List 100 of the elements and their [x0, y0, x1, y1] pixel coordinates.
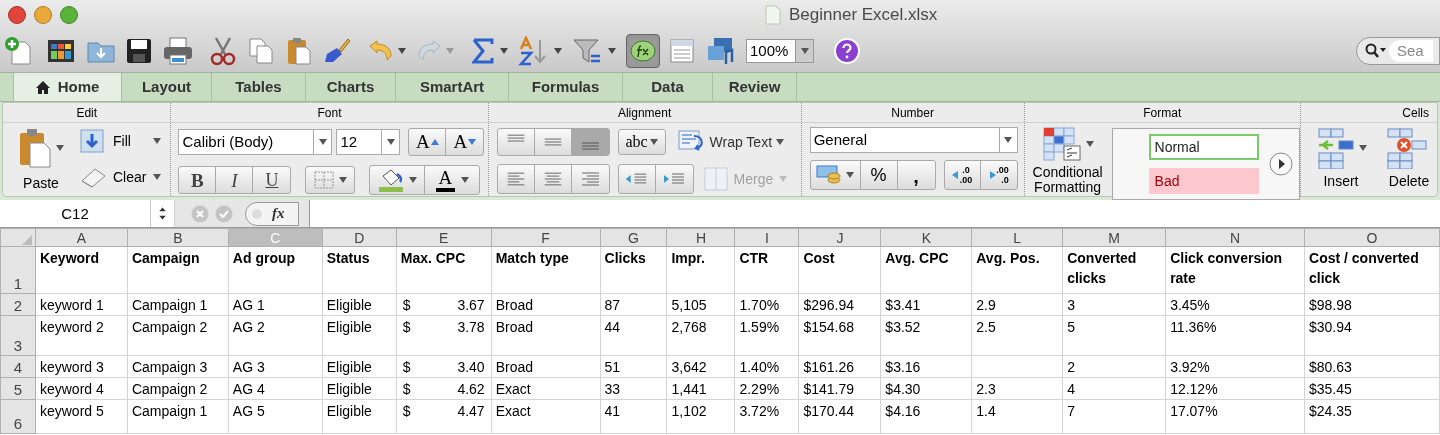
caret-icon[interactable]: [554, 48, 562, 54]
table-cell: 33: [600, 377, 667, 400]
ribbon-tab[interactable]: Tables: [212, 73, 306, 101]
cancel-icon[interactable]: [191, 204, 209, 223]
minimize-button[interactable]: [34, 6, 52, 24]
font-size-dropdown[interactable]: 12: [336, 129, 401, 155]
delete-button[interactable]: Delete: [1381, 127, 1437, 196]
table-cell: 5,105: [667, 293, 735, 316]
column-header[interactable]: L: [971, 228, 1063, 247]
ribbon-tab[interactable]: Home: [13, 73, 122, 101]
ribbon-tab[interactable]: Formulas: [509, 73, 623, 101]
scissors-icon[interactable]: [208, 36, 238, 66]
grow-font-button[interactable]: A: [409, 129, 447, 155]
clear-button[interactable]: Clear: [79, 163, 161, 191]
row-header[interactable]: 1: [0, 246, 36, 294]
caret-icon[interactable]: [500, 48, 508, 54]
media-icon[interactable]: [706, 36, 736, 66]
percent-button[interactable]: %: [860, 161, 898, 189]
table-cell: 2.3: [971, 377, 1063, 400]
document-icon: [765, 5, 781, 25]
table-cell: 3: [1062, 293, 1166, 316]
save-icon[interactable]: [124, 36, 154, 66]
row-header[interactable]: 5: [0, 377, 36, 400]
column-header[interactable]: H: [667, 228, 735, 247]
column-header[interactable]: G: [600, 228, 667, 247]
select-all-corner[interactable]: [0, 228, 36, 247]
row-header[interactable]: 6: [0, 399, 36, 434]
column-header[interactable]: M: [1062, 228, 1166, 247]
formula-builder-button[interactable]: [626, 34, 660, 68]
search-field[interactable]: Sea: [1356, 37, 1440, 65]
table-cell: 51: [600, 355, 667, 378]
zoom-button[interactable]: [60, 6, 78, 24]
cell-style[interactable]: Normal: [1148, 134, 1259, 160]
column-header[interactable]: J: [798, 228, 881, 247]
comma-button[interactable]: ,: [897, 161, 935, 189]
row-header[interactable]: 3: [0, 315, 36, 356]
caret-icon: [951, 171, 960, 179]
caret-icon[interactable]: [398, 48, 406, 54]
table-cell: $296.94: [798, 293, 881, 316]
column-header[interactable]: F: [491, 228, 600, 247]
ribbon-tab[interactable]: Charts: [306, 73, 396, 101]
column-header[interactable]: N: [1165, 228, 1305, 247]
cell-style[interactable]: Bad: [1148, 168, 1259, 194]
zoom-dropdown[interactable]: 100%: [746, 39, 814, 63]
orientation-button[interactable]: abc: [617, 129, 666, 155]
bold-button[interactable]: B: [179, 167, 217, 193]
column-header[interactable]: O: [1304, 228, 1440, 247]
ribbon-tab[interactable]: SmartArt: [396, 73, 509, 101]
decimal-button[interactable]: .00 .0: [980, 161, 1017, 189]
table-cell: Eligible: [322, 355, 397, 378]
column-header[interactable]: E: [396, 228, 492, 247]
fill-button[interactable]: Fill: [79, 127, 161, 155]
table-cell: 11.36%: [1165, 315, 1305, 356]
insert-function-button[interactable]: fx: [245, 201, 299, 226]
currency-symbol: $: [402, 296, 411, 315]
font-dropdown[interactable]: Calibri (Body): [178, 129, 333, 155]
decimal-button[interactable]: .0 .00: [944, 161, 981, 189]
table-cell: 3.72%: [734, 399, 799, 434]
home-icon: [35, 80, 50, 94]
row-header[interactable]: 4: [0, 355, 36, 378]
search-icon: [1365, 43, 1387, 59]
filter-icon[interactable]: [572, 37, 602, 65]
sum-icon[interactable]: [472, 38, 494, 64]
paste-button[interactable]: Paste: [11, 127, 71, 196]
column-header[interactable]: D: [322, 228, 397, 247]
name-box[interactable]: C12: [0, 200, 150, 227]
help-icon[interactable]: [834, 38, 860, 64]
number-format-dropdown[interactable]: General: [809, 127, 1018, 153]
italic-button[interactable]: I: [216, 167, 254, 193]
sort-icon[interactable]: [518, 36, 548, 66]
underline-button[interactable]: U: [253, 167, 291, 193]
ribbon-tab[interactable]: Review: [713, 73, 797, 101]
new-document-icon[interactable]: [4, 36, 34, 66]
ribbon-tab[interactable]: Data: [623, 73, 713, 101]
align-bottom-icon[interactable]: [571, 129, 609, 155]
borders-button[interactable]: [305, 166, 356, 194]
conditional-formatting-button[interactable]: Conditional Formatting: [1028, 126, 1107, 195]
wrap-text-button[interactable]: Wrap Text: [677, 130, 785, 154]
table-cell: 7: [1062, 399, 1166, 434]
caret-icon[interactable]: [608, 48, 616, 54]
print-icon[interactable]: [162, 36, 194, 66]
close-button[interactable]: [8, 6, 26, 24]
gallery-icon[interactable]: [46, 37, 76, 65]
table-cell: $154.68: [798, 315, 881, 356]
enter-icon[interactable]: [215, 204, 233, 223]
column-header[interactable]: K: [880, 228, 972, 247]
column-header[interactable]: A: [35, 228, 128, 247]
column-header[interactable]: I: [734, 228, 799, 247]
play-icon[interactable]: [1268, 152, 1293, 176]
row-header[interactable]: 2: [0, 293, 36, 316]
caret-icon: [56, 145, 64, 151]
ribbon-tab[interactable]: Layout: [122, 73, 212, 101]
window-panel-icon[interactable]: [668, 37, 696, 65]
insert-button[interactable]: Insert: [1313, 127, 1369, 196]
column-header[interactable]: B: [127, 228, 229, 247]
copy-icon[interactable]: [246, 36, 276, 66]
corner-triangle-icon: [21, 234, 32, 245]
money-icon: [816, 164, 843, 186]
shrink-font-button[interactable]: A: [446, 129, 484, 155]
fx-icon: [630, 40, 656, 62]
